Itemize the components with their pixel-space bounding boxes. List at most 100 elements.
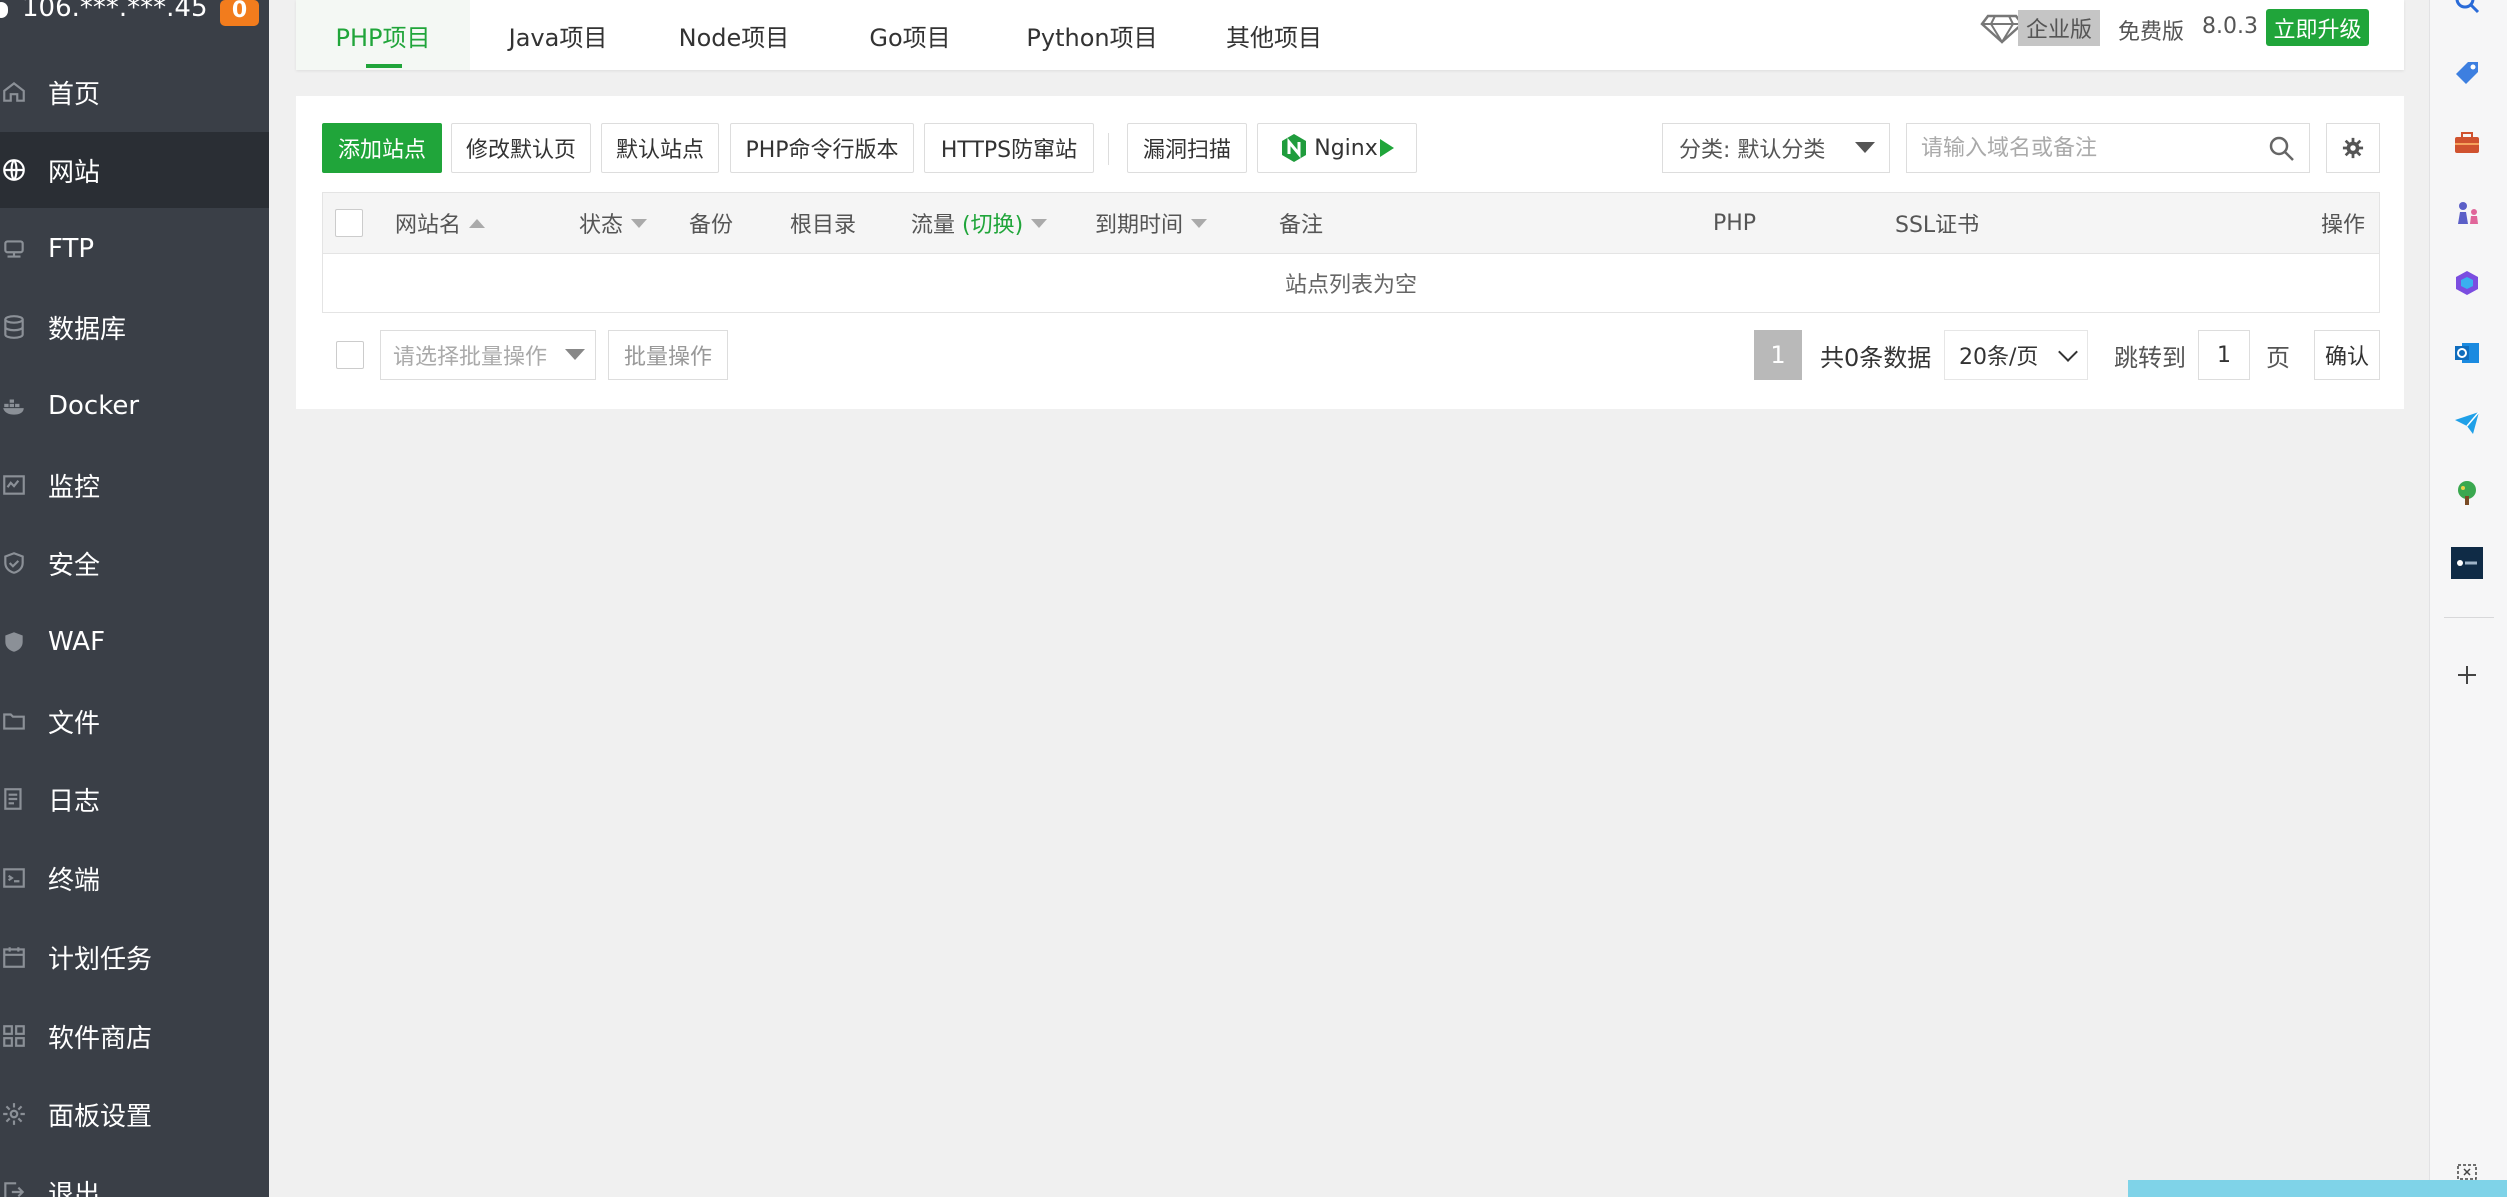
- database-icon: [0, 313, 28, 341]
- sidebar-item-database[interactable]: 数据库: [0, 289, 269, 365]
- col-label: 到期时间: [1095, 213, 1184, 238]
- version-label: 8.0.3: [2202, 14, 2258, 39]
- col-label: 流量: [911, 213, 956, 238]
- docker-icon: [0, 392, 28, 420]
- sidebar-item-appstore[interactable]: 软件商店: [0, 998, 269, 1074]
- sidebar-item-label: 网站: [48, 157, 101, 188]
- sidebar-item-logs[interactable]: 日志: [0, 761, 269, 837]
- sidebar-item-website[interactable]: 网站: [0, 132, 269, 208]
- tab-php[interactable]: PHP项目: [296, 0, 470, 70]
- toolbar-divider: [1108, 133, 1109, 165]
- batch-select-checkbox[interactable]: [336, 341, 364, 369]
- tab-python[interactable]: Python项目: [998, 0, 1186, 70]
- https-guard-button[interactable]: HTTPS防窜站: [924, 123, 1094, 173]
- traffic-switch-link[interactable]: (切换): [962, 207, 1023, 239]
- deepl-icon[interactable]: [2450, 546, 2484, 580]
- sidebar-item-label: 文件: [48, 708, 101, 739]
- sidebar-item-files[interactable]: 文件: [0, 683, 269, 759]
- goto-page-input[interactable]: 1: [2198, 330, 2250, 380]
- sidebar-item-settings[interactable]: 面板设置: [0, 1076, 269, 1152]
- sort-up-icon: [469, 218, 486, 228]
- batch-action-button[interactable]: 批量操作: [608, 330, 728, 380]
- tag-icon[interactable]: [2450, 56, 2484, 90]
- default-site-button[interactable]: 默认站点: [601, 123, 719, 173]
- calendar-icon: [0, 943, 28, 971]
- upgrade-button[interactable]: 立即升级: [2266, 9, 2369, 46]
- php-cli-version-button[interactable]: PHP命令行版本: [730, 123, 914, 173]
- col-root: 根目录: [790, 213, 857, 238]
- sidebar-item-label: 首页: [48, 79, 101, 110]
- ftp-icon: [0, 235, 28, 263]
- plus-icon[interactable]: [2450, 658, 2484, 692]
- notification-badge[interactable]: 0: [220, 0, 259, 26]
- sidebar-item-label: 日志: [48, 786, 101, 817]
- col-expire[interactable]: 到期时间: [1095, 193, 1208, 253]
- search-icon[interactable]: [2450, 0, 2484, 18]
- sidebar-item-label: WAF: [48, 627, 106, 657]
- sidebar-item-security[interactable]: 安全: [0, 525, 269, 601]
- taskbar-preview: [2128, 1180, 2507, 1197]
- tab-other[interactable]: 其他项目: [1186, 0, 1362, 70]
- category-value: 分类: 默认分类: [1679, 138, 1826, 163]
- goto-confirm-button[interactable]: 确认: [2314, 330, 2380, 380]
- globe-icon: [0, 156, 28, 184]
- chevron-down-icon: [2058, 342, 2078, 362]
- col-traffic: 流量 (切换): [911, 193, 1048, 253]
- batch-action-select[interactable]: 请选择批量操作: [380, 330, 596, 380]
- search-input[interactable]: [1921, 135, 2251, 161]
- nginx-label: Nginx: [1314, 135, 1378, 161]
- vuln-scan-button[interactable]: 漏洞扫描: [1127, 123, 1247, 173]
- outlook-icon[interactable]: [2450, 336, 2484, 370]
- sidebar-item-label: 监控: [48, 472, 101, 503]
- sidebar-item-label: 安全: [48, 550, 101, 581]
- table-settings-button[interactable]: [2326, 123, 2380, 173]
- caret-down-icon: [565, 349, 585, 360]
- terminal-icon: [0, 864, 28, 892]
- sort-down-icon: [631, 218, 648, 228]
- col-remark: 备注: [1279, 213, 1324, 238]
- sidebar-item-home[interactable]: 首页: [0, 54, 269, 130]
- sidebar-item-terminal[interactable]: 终端: [0, 840, 269, 916]
- tab-java[interactable]: Java项目: [470, 0, 646, 70]
- col-status[interactable]: 状态: [579, 193, 648, 253]
- server-host: 106.***.***.45 0: [0, 0, 269, 36]
- sidebar-item-docker[interactable]: Docker: [0, 368, 269, 444]
- sidebar-item-waf[interactable]: WAF: [0, 604, 269, 680]
- toolbox-icon[interactable]: [2450, 126, 2484, 160]
- tab-go[interactable]: Go项目: [822, 0, 998, 70]
- send-icon[interactable]: [2450, 406, 2484, 440]
- col-ssl: SSL证书: [1895, 213, 1980, 238]
- browser-sidebar: [2429, 0, 2507, 1197]
- modify-default-page-button[interactable]: 修改默认页: [451, 123, 591, 173]
- chess-icon[interactable]: [2450, 196, 2484, 230]
- batch-action-placeholder: 请选择批量操作: [393, 345, 548, 370]
- sidebar-item-monitor[interactable]: 监控: [0, 447, 269, 523]
- select-all-checkbox[interactable]: [335, 209, 363, 237]
- col-actions: 操作: [2321, 213, 2366, 238]
- copilot-icon[interactable]: [2450, 266, 2484, 300]
- caret-down-icon: [1855, 142, 1875, 153]
- shield-icon: [0, 628, 28, 656]
- category-select[interactable]: 分类: 默认分类: [1662, 123, 1890, 173]
- free-edition-label: 免费版: [2118, 20, 2185, 45]
- sort-down-icon[interactable]: [1031, 218, 1048, 228]
- tree-icon[interactable]: [2450, 476, 2484, 510]
- nginx-button[interactable]: Nginx: [1257, 123, 1417, 173]
- sidebar-item-cron[interactable]: 计划任务: [0, 919, 269, 995]
- sidebar-item-label: 数据库: [48, 314, 127, 345]
- tab-node[interactable]: Node项目: [646, 0, 822, 70]
- sidebar-item-logout[interactable]: 退出: [0, 1154, 269, 1197]
- page-current[interactable]: 1: [1754, 330, 1802, 380]
- goto-label: 跳转到: [2114, 343, 2186, 372]
- enterprise-edition[interactable]: 企业版: [1980, 10, 2101, 46]
- page-size-select[interactable]: 20条/页: [1944, 330, 2088, 380]
- gear-icon: [2342, 137, 2364, 159]
- search-icon[interactable]: [2267, 134, 2297, 164]
- sidebar-item-ftp[interactable]: FTP: [0, 211, 269, 287]
- add-site-button[interactable]: 添加站点: [322, 123, 442, 173]
- folder-icon: [0, 707, 28, 735]
- col-site-name[interactable]: 网站名: [395, 193, 486, 253]
- total-count: 共0条数据: [1820, 343, 1932, 372]
- col-backup: 备份: [689, 213, 734, 238]
- page-unit-label: 页: [2266, 343, 2290, 372]
